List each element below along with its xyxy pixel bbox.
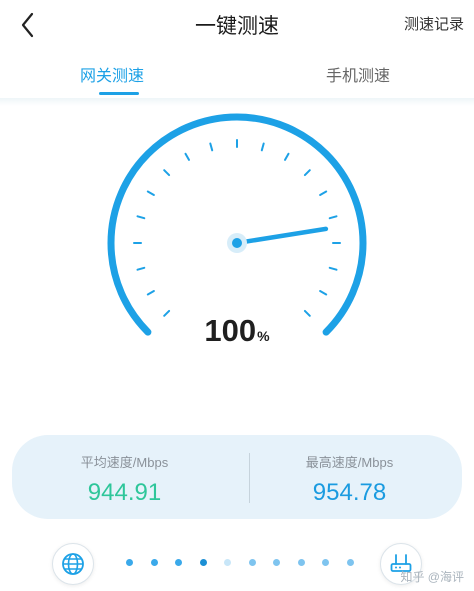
speed-stats-card: 平均速度/Mbps 944.91 最高速度/Mbps 954.78	[12, 435, 462, 519]
progress-dot	[175, 559, 182, 566]
tab-bar: 网关测速 手机测速	[0, 52, 474, 100]
gauge-tick	[328, 266, 338, 271]
average-speed-value: 944.91	[87, 479, 162, 506]
progress-dot	[126, 559, 133, 566]
progress-dot	[224, 559, 231, 566]
gauge-tick	[146, 290, 155, 296]
average-speed-label: 平均速度/Mbps	[80, 455, 169, 470]
gauge-tick	[136, 215, 146, 220]
tab-phone-speed[interactable]: 手机测速	[326, 62, 390, 86]
gauge-tick	[303, 169, 311, 177]
page-title: 一键测速	[195, 15, 279, 38]
chevron-left-icon	[21, 12, 34, 38]
progress-dot	[273, 559, 280, 566]
connection-path: 知乎 @海评	[0, 540, 474, 591]
gauge-readout: 100%	[0, 313, 474, 349]
gauge-tick	[260, 142, 265, 152]
speed-gauge	[107, 113, 367, 336]
progress-dot	[297, 559, 305, 566]
progress-dot	[199, 559, 207, 566]
gauge-tick	[163, 169, 171, 177]
gauge-ticks	[133, 139, 341, 317]
active-tab-indicator	[99, 92, 139, 95]
gauge-tick	[319, 290, 328, 296]
progress-dot	[248, 559, 256, 566]
progress-dot	[346, 559, 354, 566]
max-speed-label: 最高速度/Mbps	[305, 455, 394, 470]
gauge-tick	[184, 152, 190, 161]
history-link[interactable]: 测速记录	[404, 13, 464, 34]
globe-icon	[62, 553, 84, 575]
tab-gateway-speed[interactable]: 网关测速	[80, 62, 144, 86]
gauge-value: 100	[204, 313, 257, 348]
gauge-tick	[319, 190, 328, 196]
gauge-tick	[146, 190, 155, 196]
max-speed: 最高速度/Mbps 954.78	[237, 435, 462, 507]
gauge-arc	[107, 113, 367, 336]
watermark: 知乎 @海评	[400, 570, 464, 584]
gauge-hub-center	[232, 238, 242, 248]
gauge-tick	[284, 152, 290, 161]
internet-button[interactable]	[52, 543, 94, 585]
tab-divider	[0, 98, 474, 106]
max-speed-value: 954.78	[312, 479, 387, 506]
header: 一键测速 测速记录	[0, 0, 474, 50]
back-button[interactable]	[12, 8, 46, 42]
gauge-unit: %	[257, 328, 270, 344]
progress-dot	[322, 559, 329, 566]
gauge-tick	[328, 215, 338, 220]
gauge-tick	[209, 142, 214, 152]
progress-dot	[150, 559, 158, 566]
average-speed: 平均速度/Mbps 944.91	[12, 435, 237, 507]
gauge-tick	[136, 266, 146, 271]
gauge-needle	[234, 226, 329, 246]
